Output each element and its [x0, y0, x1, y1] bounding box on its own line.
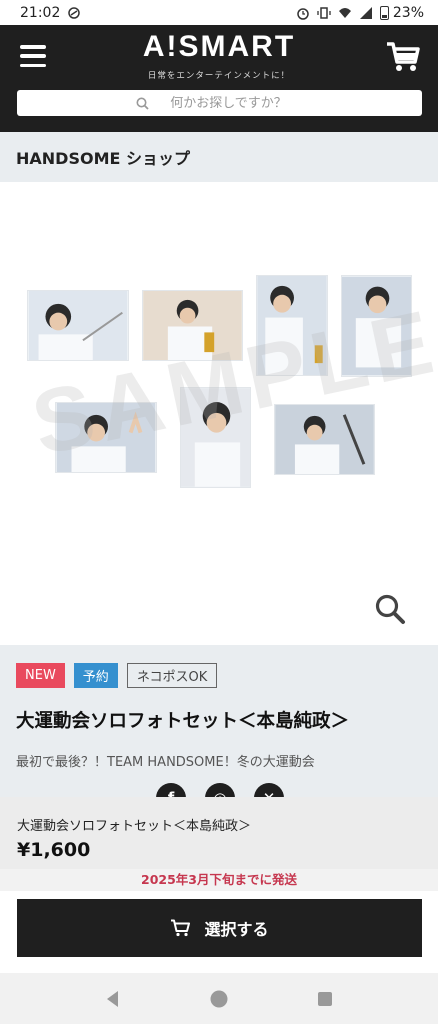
search-bar[interactable]: [17, 90, 422, 116]
preorder-badge: 予約: [73, 663, 118, 688]
purchase-bar: 大運動会ソロフォトセット＜本島純政＞ ¥1,600 2025年3月下旬までに発送…: [0, 797, 438, 973]
site-logo[interactable]: A!SMART: [0, 30, 438, 64]
product-title: 大運動会ソロフォトセット＜本島純政＞: [16, 711, 350, 732]
shipping-badge: ネコポスOK: [126, 663, 218, 688]
search-icon: [136, 97, 149, 110]
product-photo: [55, 402, 157, 473]
product-photo: [27, 290, 129, 361]
search-input[interactable]: [153, 95, 304, 111]
status-time: 21:02: [20, 4, 61, 21]
wifi-icon: [338, 7, 351, 18]
vibrate-icon: [317, 6, 331, 19]
site-header: A!SMART 日常をエンターテインメントに！: [0, 25, 438, 132]
cart-icon[interactable]: [386, 41, 420, 73]
battery-indicator: 23%: [379, 4, 424, 21]
shipping-note: 2025年3月下旬までに発送: [0, 869, 438, 891]
battery-icon: [379, 5, 389, 20]
shop-title[interactable]: HANDSOME ショップ: [0, 132, 438, 182]
alarm-icon: [297, 7, 309, 20]
cart-icon: [171, 919, 191, 937]
product-photo: [142, 290, 243, 361]
new-badge: NEW: [16, 663, 65, 688]
site-tagline: 日常をエンターテインメントに！: [147, 71, 291, 81]
product-photo: [256, 275, 328, 376]
zoom-icon[interactable]: [374, 593, 406, 625]
purchase-product-name: 大運動会ソロフォトセット＜本島純政＞: [17, 819, 252, 834]
product-gallery[interactable]: SAMPLE: [0, 182, 438, 645]
purchase-summary: 大運動会ソロフォトセット＜本島純政＞ ¥1,600: [0, 797, 438, 869]
back-icon[interactable]: [103, 989, 123, 1009]
select-button-label: 選択する: [204, 920, 269, 939]
battery-percent: 23%: [392, 4, 424, 21]
product-subtitle: 最初で最後？！TEAM HANDSOME！冬の大運動会: [16, 755, 315, 770]
signal-icon: [359, 6, 372, 19]
sync-icon: [68, 6, 81, 19]
select-button[interactable]: 選択する: [17, 899, 422, 957]
system-nav-bar: [0, 973, 438, 1024]
product-price: ¥1,600: [17, 839, 91, 861]
home-icon[interactable]: [209, 989, 229, 1009]
product-badges: NEW 予約 ネコポスOK: [16, 663, 218, 688]
product-photo: [274, 404, 375, 475]
product-info: NEW 予約 ネコポスOK 大運動会ソロフォトセット＜本島純政＞ 最初で最後？！…: [0, 645, 438, 813]
recents-icon[interactable]: [315, 989, 335, 1009]
status-bar: 21:02 23%: [0, 0, 438, 25]
product-photo: [341, 275, 412, 377]
product-photo: [180, 387, 251, 488]
